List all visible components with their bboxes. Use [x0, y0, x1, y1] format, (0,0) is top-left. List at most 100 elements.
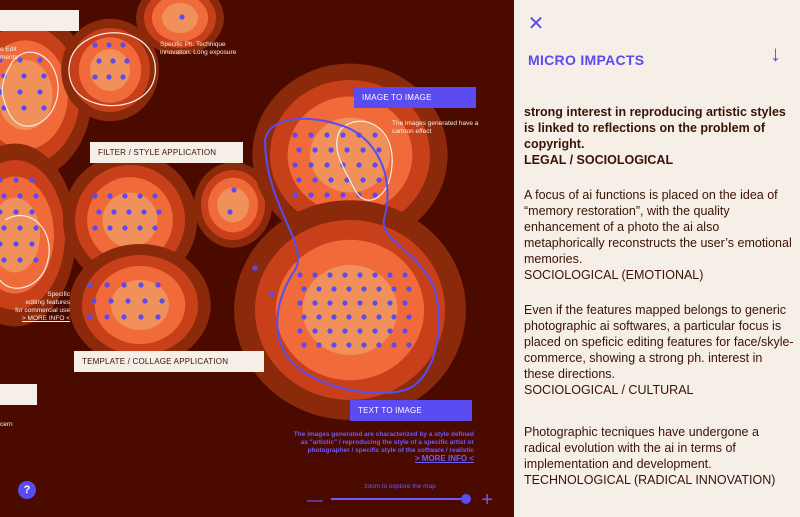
feature-dot-85: [312, 147, 318, 153]
feature-dot-23: [402, 300, 408, 306]
feature-dot-15: [406, 286, 412, 292]
feature-dot-21: [372, 300, 378, 306]
feature-dot-41: [316, 342, 322, 348]
label-template-collage[interactable]: TEMPLATE / COLLAGE APPLICATION: [74, 351, 264, 372]
close-icon[interactable]: ✕: [526, 14, 546, 34]
impact-map[interactable]: IMAGE TO IMAGE FILTER / STYLE APPLICATIO…: [0, 0, 514, 517]
impact-tag: SOCIOLOGICAL / CULTURAL: [524, 383, 694, 397]
feature-dot-59: [104, 314, 110, 320]
feature-dot-86: [328, 147, 334, 153]
feature-dot-26: [331, 314, 337, 320]
note-specific-editing-text: Specific editing features for commercial…: [15, 291, 70, 314]
feature-dot-10: [331, 286, 337, 292]
feature-dot-45: [376, 342, 382, 348]
feature-dot-39: [402, 328, 408, 334]
feature-dot-9: [316, 286, 322, 292]
cluster-2-layer-3: [90, 49, 130, 91]
feature-dot-25: [316, 314, 322, 320]
impact-tag: SOCIOLOGICAL (EMOTIONAL): [524, 268, 704, 282]
more-info-link-artistic[interactable]: > MORE INFO <: [276, 455, 474, 463]
feature-dot-6: [387, 272, 393, 278]
feature-dot-109: [13, 177, 19, 183]
impact-tag: TECHNOLOGICAL (RADICAL INNOVATION): [524, 473, 776, 487]
feature-dot-70: [126, 209, 132, 215]
feature-dot-91: [308, 162, 314, 168]
cluster-6-layer-3: [111, 280, 169, 330]
feature-dot-13: [376, 286, 382, 292]
label-image-to-image[interactable]: IMAGE TO IMAGE: [354, 87, 476, 108]
feature-dot-29: [376, 314, 382, 320]
feature-dot-131: [41, 73, 47, 79]
feature-dot-55: [125, 298, 131, 304]
zoom-in-button[interactable]: +: [481, 490, 493, 510]
feature-dot-148: [231, 187, 237, 193]
feature-dot-16: [297, 300, 303, 306]
feature-dot-88: [360, 147, 366, 153]
feature-dot-35: [342, 328, 348, 334]
feature-dot-37: [372, 328, 378, 334]
feature-dot-117: [1, 225, 7, 231]
impact-block-technological: Photographic tecniques have undergone a …: [524, 424, 794, 488]
feature-dot-56: [142, 298, 148, 304]
feature-dot-48: [87, 282, 93, 288]
feature-dot-128: [37, 57, 43, 63]
feature-dot-150: [252, 265, 258, 271]
feature-dot-125: [33, 257, 39, 263]
feature-dot-100: [360, 177, 366, 183]
impact-block-emotional: A focus of ai functions is placed on the…: [524, 187, 794, 283]
feature-dot-36: [357, 328, 363, 334]
feature-dot-98: [328, 177, 334, 183]
feature-dot-60: [121, 314, 127, 320]
feature-dot-34: [327, 328, 333, 334]
help-button[interactable]: ?: [18, 481, 36, 499]
feature-dot-76: [137, 225, 143, 231]
feature-dot-44: [361, 342, 367, 348]
feature-dot-42: [331, 342, 337, 348]
feature-dot-113: [33, 193, 39, 199]
feature-dot-32: [297, 328, 303, 334]
feature-dot-143: [124, 58, 130, 64]
feature-dot-102: [292, 192, 298, 198]
feature-dot-140: [120, 42, 126, 48]
impact-text: A focus of ai functions is placed on the…: [524, 188, 792, 266]
feature-dot-137: [41, 105, 47, 111]
cluster-4-layer-3: [102, 192, 158, 248]
feature-dot-2: [327, 272, 333, 278]
label-filter-style[interactable]: FILTER / STYLE APPLICATION: [90, 142, 243, 163]
feature-dot-110: [29, 177, 35, 183]
feature-dot-40: [301, 342, 307, 348]
feature-dot-74: [107, 225, 113, 231]
zoom-out-button[interactable]: —: [307, 493, 323, 509]
feature-dot-50: [121, 282, 127, 288]
feature-dot-11: [346, 286, 352, 292]
feature-dot-5: [372, 272, 378, 278]
feature-dot-54: [108, 298, 114, 304]
panel-title: MICRO IMPACTS: [528, 52, 645, 68]
feature-dot-73: [92, 225, 98, 231]
feature-dot-80: [324, 132, 330, 138]
feature-dot-127: [17, 57, 23, 63]
feature-dot-123: [1, 257, 7, 263]
feature-dot-97: [312, 177, 318, 183]
feature-dot-104: [324, 192, 330, 198]
impact-tag: LEGAL / SOCIOLOGICAL: [524, 153, 674, 167]
more-info-link-editing[interactable]: > MORE INFO <: [10, 315, 70, 323]
feature-dot-107: [372, 192, 378, 198]
feature-dot-61: [138, 314, 144, 320]
feature-dot-77: [152, 225, 158, 231]
label-text-to-image[interactable]: TEXT TO IMAGE: [350, 400, 472, 421]
feature-dot-58: [87, 314, 93, 320]
feature-dot-133: [17, 89, 23, 95]
arrow-down-icon[interactable]: ↓: [770, 42, 781, 66]
feature-dot-130: [21, 73, 27, 79]
impact-block-legal: strong interest in reproducing artistic …: [524, 104, 794, 168]
zoom-slider-track[interactable]: [331, 498, 467, 500]
zoom-hint: zoom to explore the map: [364, 483, 436, 490]
note-specific-editing: Specific editing features for commercial…: [10, 291, 70, 323]
zoom-slider-handle[interactable]: [461, 494, 471, 504]
cluster-8-layer-3: [302, 265, 398, 355]
feature-dot-51: [138, 282, 144, 288]
feature-dot-146: [120, 74, 126, 80]
feature-dot-14: [391, 286, 397, 292]
feature-dot-63: [92, 193, 98, 199]
